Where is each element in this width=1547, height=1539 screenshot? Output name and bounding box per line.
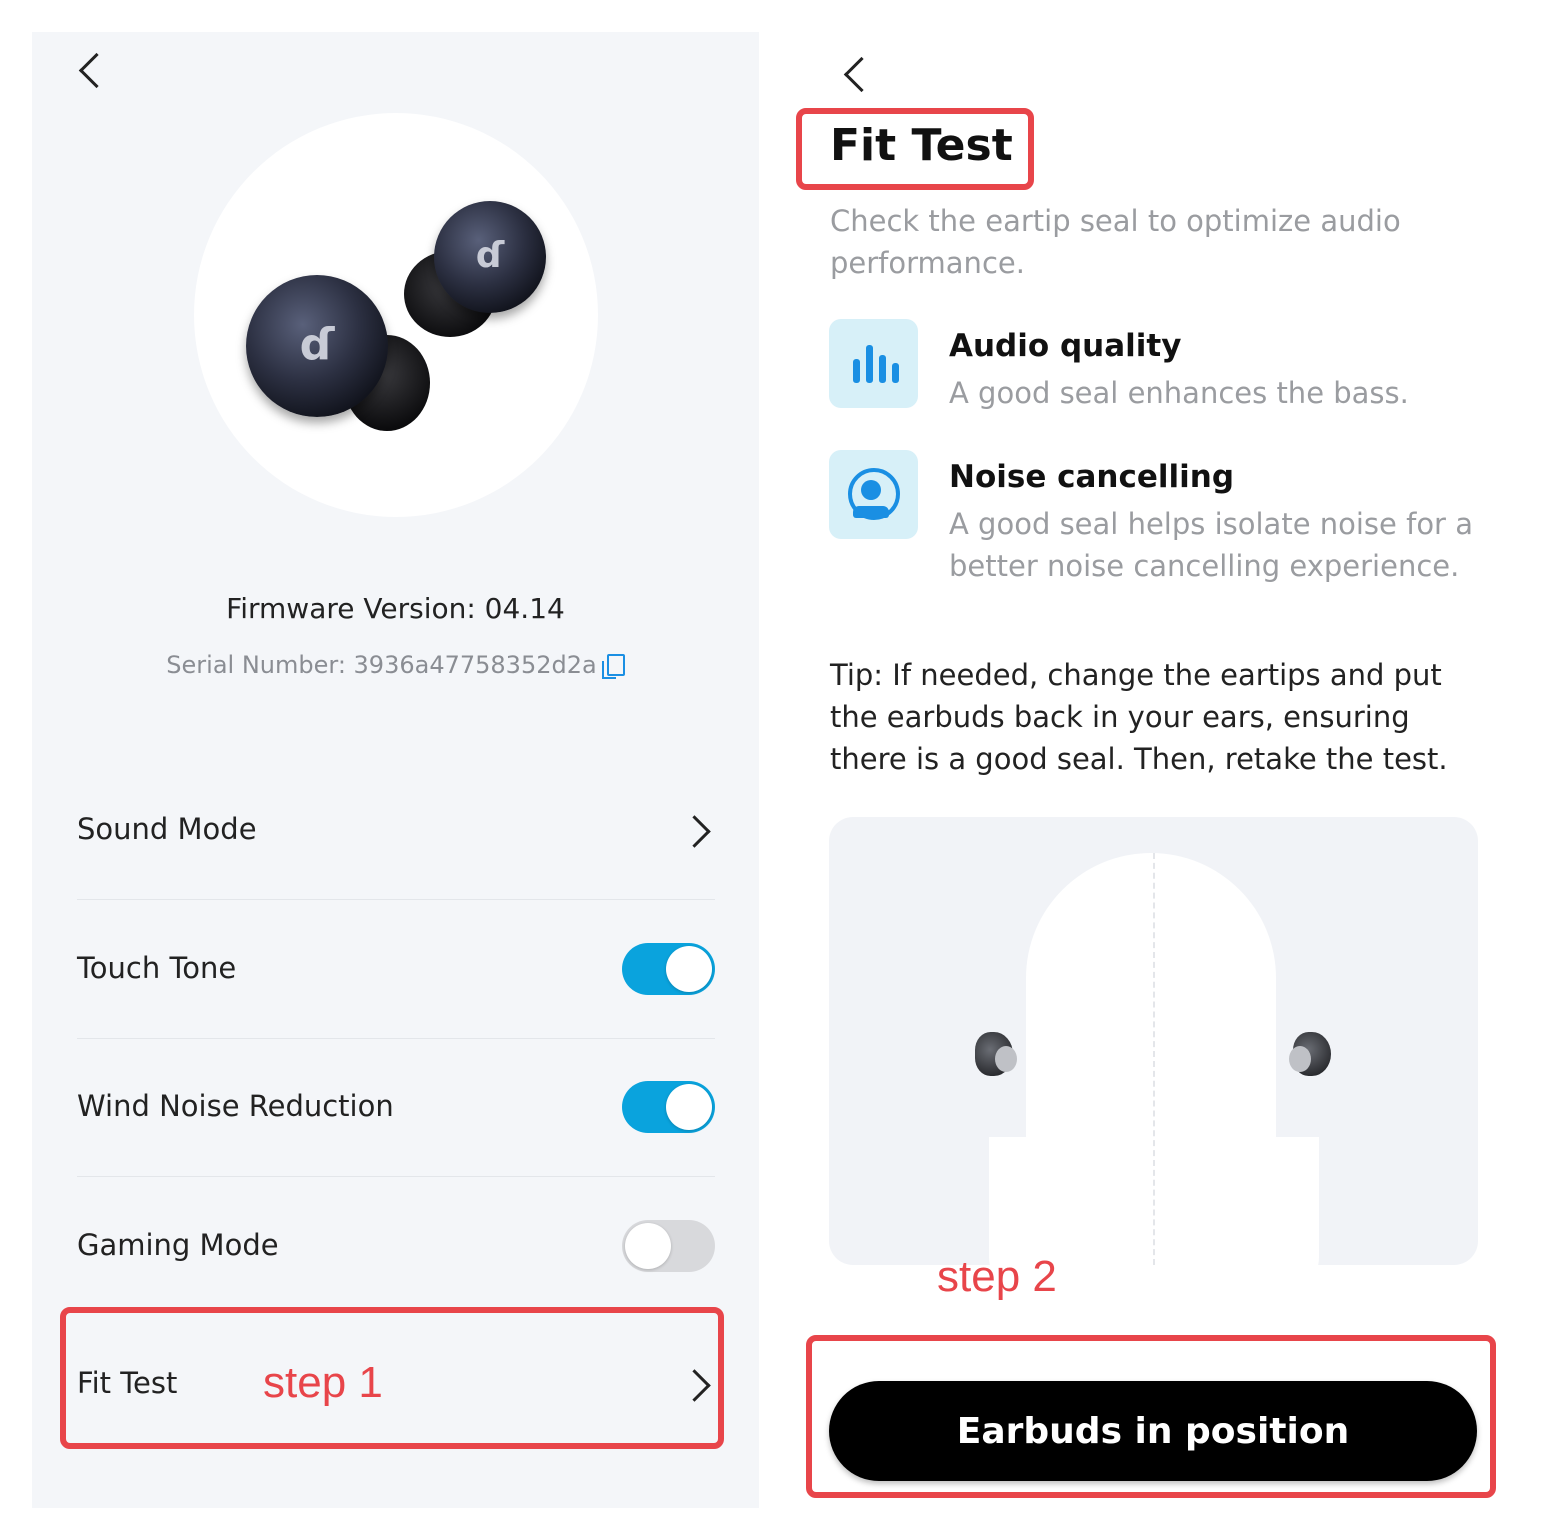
gaming-mode-toggle[interactable] — [622, 1220, 715, 1272]
firmware-version: Firmware Version: 04.14 — [226, 592, 565, 625]
setting-label: Gaming Mode — [77, 1228, 279, 1262]
feature-title: Noise cancelling — [949, 459, 1235, 495]
bar-chart-icon — [829, 319, 918, 408]
toggle-knob — [666, 1084, 712, 1130]
setting-label: Sound Mode — [77, 812, 257, 846]
setting-row-sound-mode[interactable]: Sound Mode — [77, 812, 717, 852]
toggle-knob — [625, 1223, 671, 1269]
tip-text: Tip: If needed, change the eartips and p… — [830, 658, 1448, 776]
serial-number-row: Serial Number: 3936a47758352d2a — [32, 651, 759, 679]
feature-description: A good seal helps isolate noise for a be… — [949, 507, 1473, 583]
product-image: ɗ ɗ — [194, 113, 598, 517]
feature-title: Audio quality — [949, 328, 1182, 364]
copy-icon[interactable] — [601, 654, 625, 679]
toggle-knob — [666, 946, 712, 992]
ear-fit-illustration — [829, 817, 1478, 1265]
center-line — [1153, 853, 1155, 1265]
setting-row-wind-noise-reduction: Wind Noise Reduction — [77, 1089, 717, 1129]
touch-tone-toggle[interactable] — [622, 943, 715, 995]
earbud-right-icon — [1289, 1032, 1331, 1076]
annotation-highlight-box — [796, 108, 1034, 190]
earbud-logo: ɗ — [299, 319, 335, 370]
setting-label: Wind Noise Reduction — [77, 1089, 394, 1123]
head-silhouette — [1026, 853, 1276, 1265]
earbud-logo: ɗ — [475, 235, 505, 276]
page-subtitle: Check the eartip seal to optimize audio … — [830, 204, 1401, 280]
setting-label: Touch Tone — [77, 951, 237, 985]
divider — [77, 899, 715, 900]
annotation-step-1: step 1 — [263, 1358, 383, 1407]
divider — [77, 1176, 715, 1177]
annotation-step-2: step 2 — [937, 1252, 1057, 1301]
back-chevron-icon[interactable] — [843, 56, 880, 93]
annotation-highlight-box — [806, 1335, 1496, 1498]
wind-noise-reduction-toggle[interactable] — [622, 1081, 715, 1133]
annotation-highlight-box — [60, 1307, 724, 1449]
person-noise-icon — [829, 450, 918, 539]
feature-description: A good seal enhances the bass. — [949, 376, 1409, 410]
earbud-left: ɗ — [246, 275, 388, 417]
earbud-right: ɗ — [434, 201, 546, 313]
setting-row-gaming-mode: Gaming Mode — [77, 1228, 717, 1268]
chevron-right-icon — [678, 815, 711, 848]
divider — [77, 1038, 715, 1039]
earbud-left-icon — [975, 1032, 1017, 1076]
serial-number: Serial Number: 3936a47758352d2a — [166, 651, 597, 679]
setting-row-touch-tone: Touch Tone — [77, 951, 717, 991]
